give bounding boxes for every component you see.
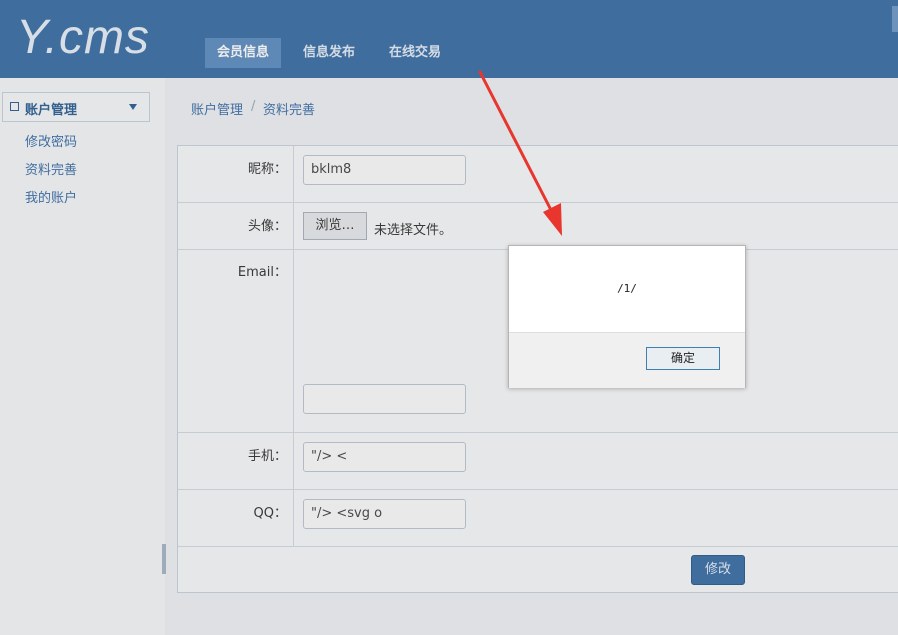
annotation-arrow: [478, 70, 562, 236]
arrow-shaft: [478, 70, 554, 214]
ok-button[interactable]: 确定: [646, 347, 720, 370]
alert-dialog: /1/ 确定: [508, 245, 746, 388]
alert-message: /1/: [617, 282, 637, 295]
arrow-head: [543, 203, 562, 236]
alert-footer: 确定: [509, 332, 745, 388]
